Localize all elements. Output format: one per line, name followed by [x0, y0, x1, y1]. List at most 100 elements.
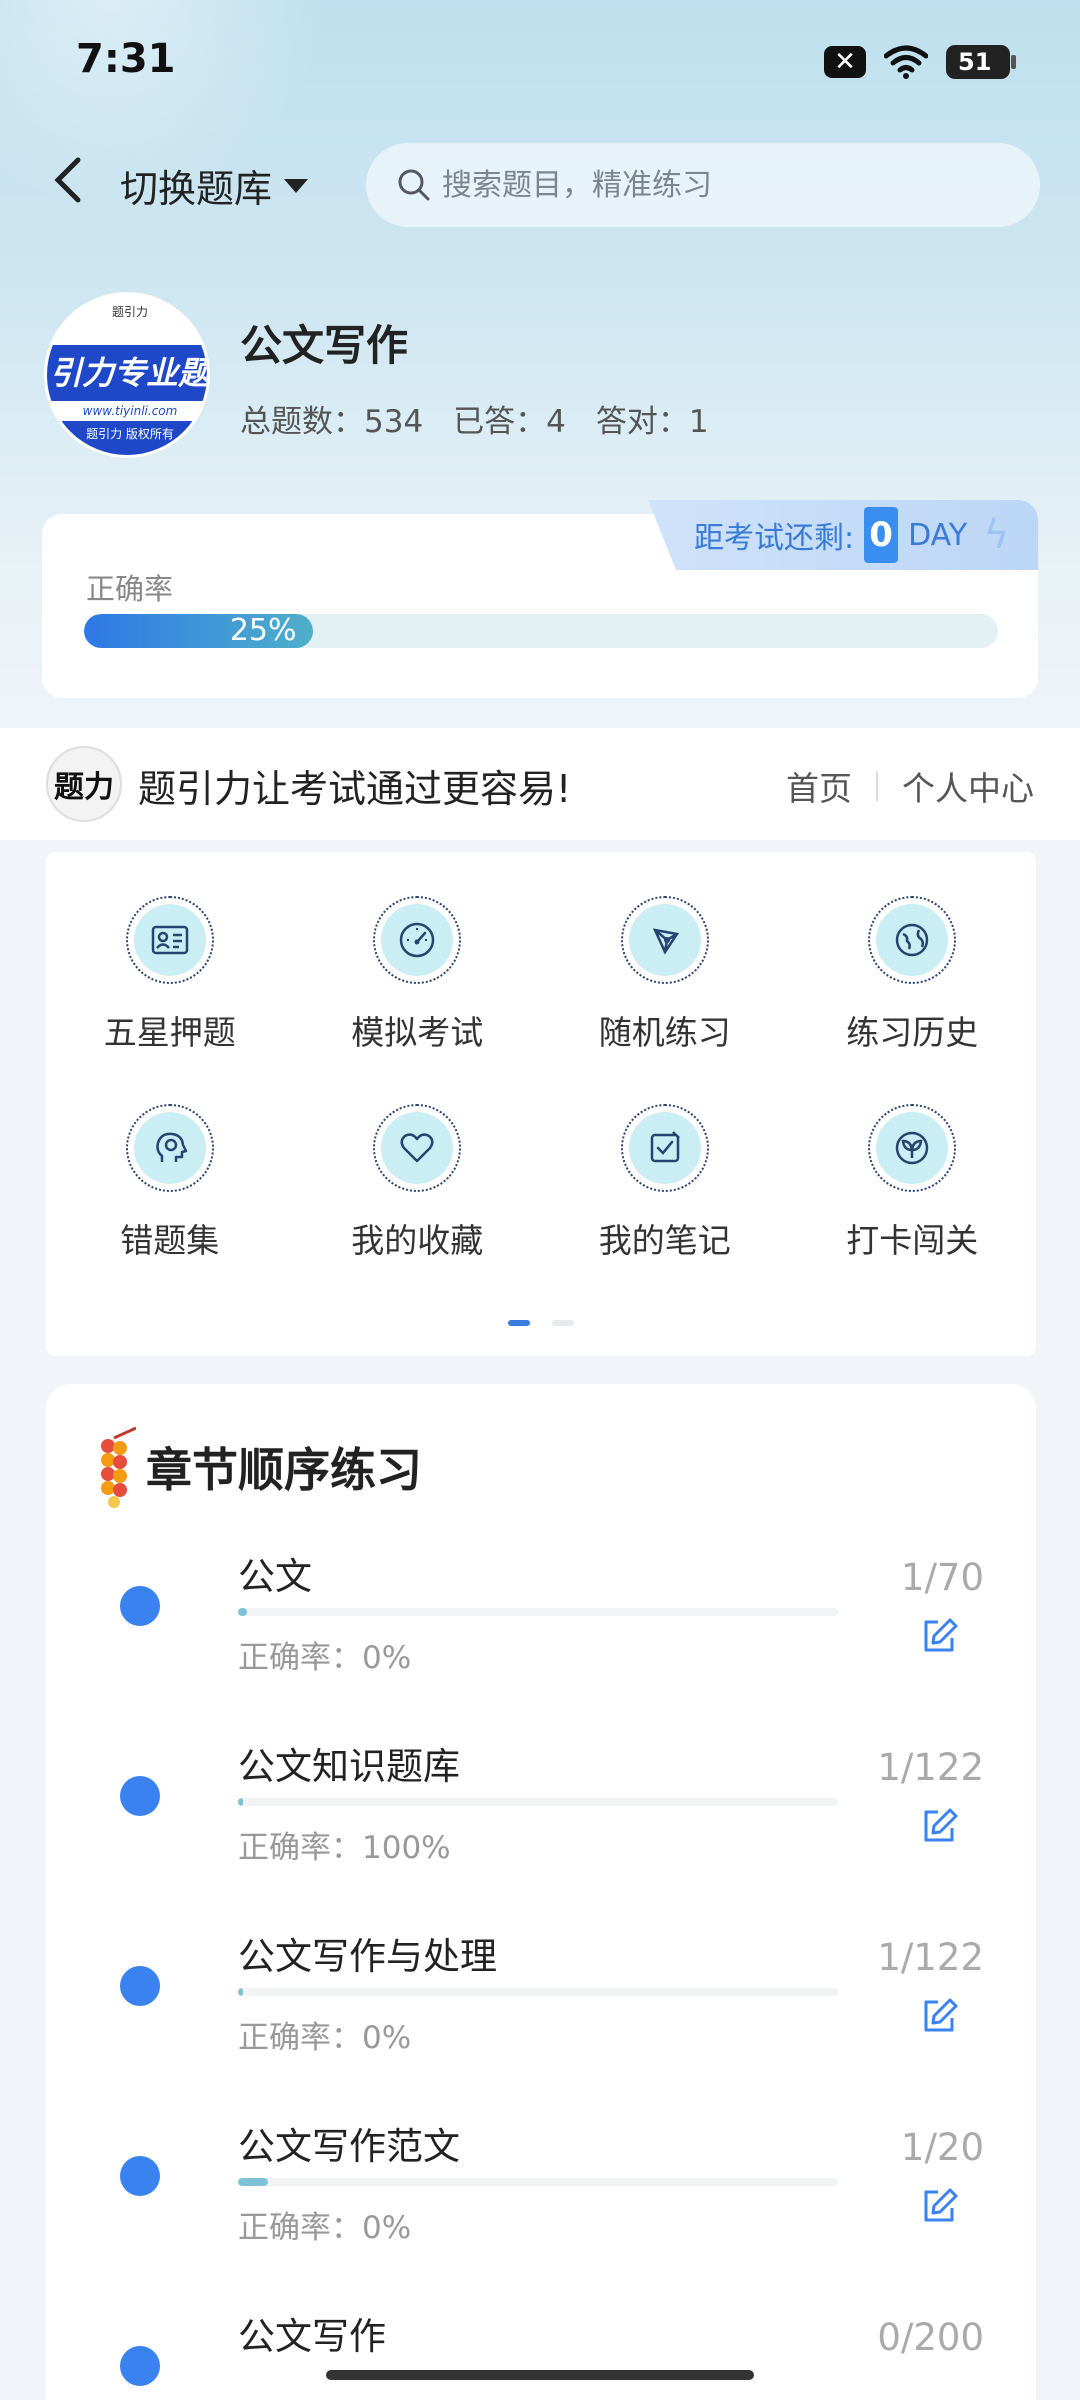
menu-item-check-in[interactable]: 打卡闯关	[789, 1104, 1037, 1262]
wifi-icon	[884, 45, 928, 79]
chapter-progress-text: 1/122	[877, 1936, 984, 1979]
brand-logo-icon: 题力	[46, 746, 122, 822]
chapter-progress-text: 1/122	[877, 1746, 984, 1789]
accuracy-card: 距考试还剩: 0 DAY ϟ 正确率 25%	[42, 500, 1038, 698]
head-icon	[156, 1132, 187, 1162]
chapter-progress-bar	[238, 2178, 838, 2186]
back-button[interactable]	[40, 152, 96, 216]
network-icon	[652, 928, 679, 955]
chapter-row[interactable]: 公文 正确率：0% 1/70	[46, 1546, 1036, 1736]
menu-label: 模拟考试	[351, 1013, 484, 1052]
home-indicator[interactable]	[326, 2370, 754, 2380]
chapter-progress-bar	[238, 1798, 838, 1806]
menu-label: 打卡闯关	[846, 1221, 979, 1260]
chapter-name: 公文写作	[238, 2315, 386, 2358]
logo-url: www.tiyinli.com	[47, 401, 207, 421]
slogan-bar: 题力 题引力让考试通过更容易! 首页 个人中心	[0, 728, 1080, 840]
menu-item-history[interactable]: 练习历史	[789, 896, 1037, 1054]
menu-item-five-star[interactable]: 五星押题	[46, 896, 294, 1054]
countdown-days: 0	[864, 507, 899, 563]
menu-pager[interactable]	[508, 1320, 574, 1326]
chapter-progress-fill	[238, 2178, 268, 2186]
chapter-bullet	[120, 1776, 160, 1816]
firecracker-icon	[101, 1426, 136, 1508]
slogan-text: 题引力让考试通过更容易!	[138, 767, 572, 811]
chapter-progress-fill	[238, 1988, 243, 1996]
caret-down-icon	[284, 178, 309, 193]
chapter-bullet	[120, 1586, 160, 1626]
link-divider	[876, 771, 878, 801]
logo-top-mark: 题引力	[111, 305, 148, 319]
menu-item-notes[interactable]: 我的笔记	[541, 1104, 789, 1262]
search-input[interactable]	[442, 167, 1002, 203]
chapter-name: 公文	[238, 1555, 312, 1598]
logo-band: 引力专业题	[47, 345, 207, 401]
status-icons: ✕ 51	[824, 44, 1016, 80]
book-logo: 题引力 引力专业题 www.tiyinli.com 题引力 版权所有	[44, 292, 210, 458]
gauge-icon	[400, 922, 435, 958]
countdown-unit: DAY	[908, 517, 968, 553]
accuracy-label: 正确率	[86, 572, 174, 606]
countdown-label: 距考试还剩:	[694, 521, 855, 556]
chapter-progress-text: 0/200	[877, 2316, 984, 2359]
pager-dot[interactable]	[552, 1320, 574, 1326]
chevron-left-icon	[54, 157, 81, 203]
chapter-accuracy: 正确率：100%	[238, 1830, 451, 1866]
chapter-practice-card: 章节顺序练习 公文 正确率：0% 1/70 公文知识题库 正确率：100% 1/…	[46, 1384, 1036, 2400]
menu-label: 随机练习	[598, 1013, 731, 1052]
edit-icon[interactable]	[918, 1614, 962, 1658]
home-link[interactable]: 首页	[786, 762, 852, 810]
accuracy-bar: 25%	[84, 614, 998, 648]
stat-correct: 答对：1	[595, 404, 709, 440]
chapter-row[interactable]: 公文写作范文 正确率：0% 1/20	[46, 2116, 1036, 2306]
menu-label: 五星押题	[103, 1013, 236, 1052]
chapter-name: 公文写作范文	[238, 2125, 460, 2168]
pager-dot-active[interactable]	[508, 1320, 530, 1326]
logo-bottom: 题引力 版权所有	[47, 421, 207, 455]
edit-icon[interactable]	[918, 1804, 962, 1848]
menu-label: 练习历史	[846, 1013, 979, 1052]
chapter-accuracy: 正确率：0%	[238, 2210, 412, 2246]
chapter-section-title: 章节顺序练习	[146, 1443, 422, 1497]
battery-icon: 51	[946, 45, 1016, 79]
switch-bank-label: 切换题库	[120, 167, 273, 211]
exam-countdown: 距考试还剩: 0 DAY ϟ	[648, 500, 1038, 570]
stat-total: 总题数：534	[240, 404, 424, 440]
feature-menu: 五星押题 模拟考试 随机练习 练习历史 错题集 我的收藏 我的笔记 打卡闯关	[46, 852, 1036, 1356]
chapter-progress-text: 1/20	[900, 2126, 984, 2169]
menu-item-random-practice[interactable]: 随机练习	[541, 896, 789, 1054]
book-title: 公文写作	[240, 321, 409, 370]
edit-icon[interactable]	[918, 2184, 962, 2228]
search-box[interactable]	[366, 143, 1040, 227]
slogan-links: 首页 个人中心	[786, 762, 1034, 810]
chapter-header: 章节顺序练习	[92, 1424, 422, 1510]
menu-item-favorites[interactable]: 我的收藏	[294, 1104, 542, 1262]
switch-bank-dropdown[interactable]: 切换题库	[120, 158, 309, 213]
chapter-name: 公文写作与处理	[238, 1935, 497, 1978]
profile-link[interactable]: 个人中心	[902, 762, 1034, 810]
no-sim-icon: ✕	[824, 46, 866, 78]
accuracy-bar-fill: 25%	[84, 614, 313, 648]
chapter-row[interactable]: 公文写作 0/200	[46, 2306, 1036, 2400]
search-icon	[398, 169, 430, 201]
chapter-progress-bar	[238, 1608, 838, 1616]
menu-item-wrong-answers[interactable]: 错题集	[46, 1104, 294, 1262]
id-card-icon	[151, 925, 188, 955]
chapter-bullet	[120, 2346, 160, 2386]
status-bar: 7:31 ✕ 51	[0, 0, 1080, 130]
chapter-accuracy: 正确率：0%	[238, 1640, 412, 1676]
chapter-progress-fill	[238, 1798, 243, 1806]
chapter-progress-fill	[238, 1608, 247, 1616]
chapter-accuracy: 正确率：0%	[238, 2020, 412, 2056]
note-check-icon	[650, 1131, 680, 1163]
book-stats: 总题数：534 已答：4 答对：1	[240, 396, 709, 441]
chapter-bullet	[120, 1966, 160, 2006]
chapter-bullet	[120, 2156, 160, 2196]
chapter-row[interactable]: 公文写作与处理 正确率：0% 1/122	[46, 1926, 1036, 2116]
sprout-icon	[896, 1131, 929, 1165]
chapter-row[interactable]: 公文知识题库 正确率：100% 1/122	[46, 1736, 1036, 1926]
edit-icon[interactable]	[918, 1994, 962, 2038]
chapter-progress-text: 1/70	[900, 1556, 984, 1599]
menu-item-mock-exam[interactable]: 模拟考试	[294, 896, 542, 1054]
menu-label: 我的收藏	[351, 1221, 484, 1260]
